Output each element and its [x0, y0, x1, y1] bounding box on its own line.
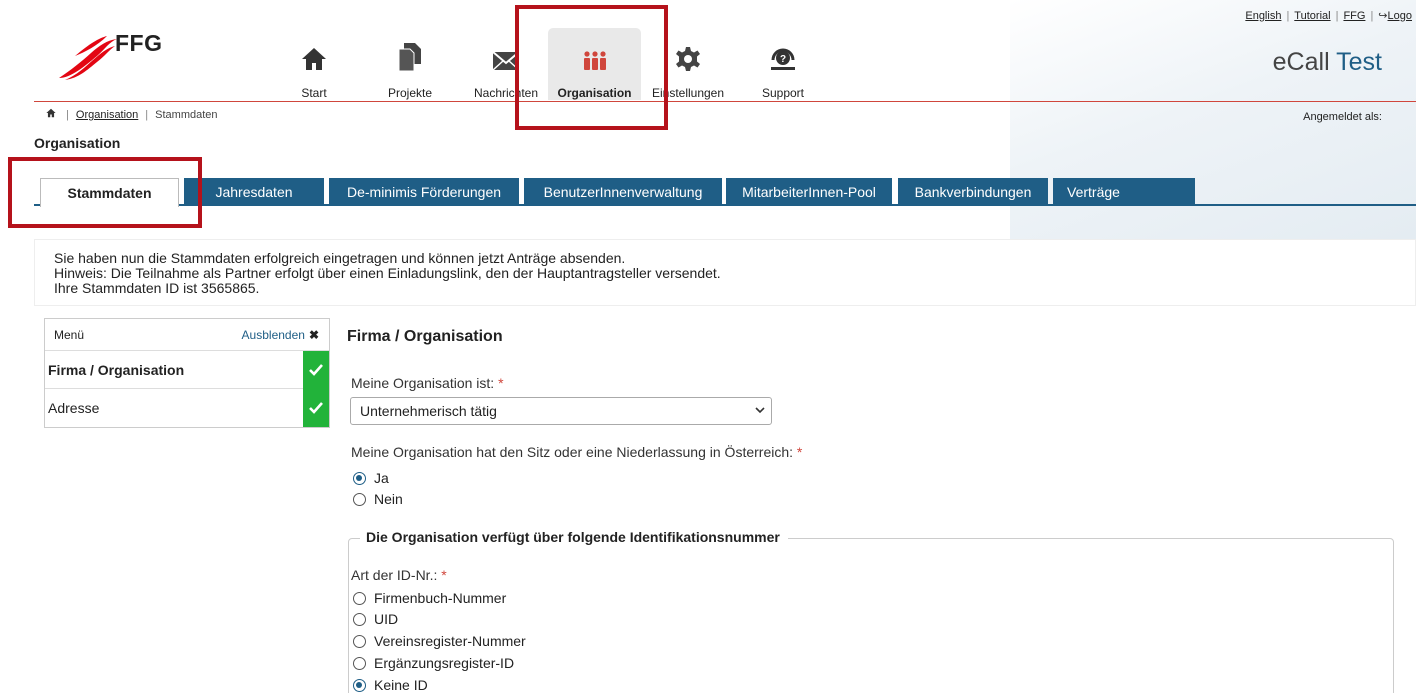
id-option-label: Keine ID — [374, 677, 428, 693]
menu-item-adresse-label: Adresse — [48, 400, 100, 416]
id-option-keine-id[interactable]: Keine ID — [353, 677, 428, 693]
id-option-label: Firmenbuch-Nummer — [374, 590, 507, 606]
id-option-label: Vereinsregister-Nummer — [374, 633, 526, 649]
logout-label: Logo — [1387, 10, 1412, 22]
seat-option-nein[interactable]: Nein — [353, 491, 403, 507]
check-icon — [303, 350, 329, 389]
ffg-link[interactable]: FFG — [1343, 10, 1365, 22]
tab-bankverbindungen[interactable]: Bankverbindungen — [898, 178, 1048, 205]
info-line-1: Sie haben nun die Stammdaten erfolgreich… — [54, 250, 626, 266]
tab-jahresdaten[interactable]: Jahresdaten — [184, 178, 324, 205]
nav-support-label: Support — [761, 86, 805, 100]
radio-icon — [353, 612, 366, 626]
tab-vertraege[interactable]: Verträge — [1053, 178, 1195, 205]
id-option-label: UID — [374, 611, 399, 627]
radio-selected-icon — [353, 471, 366, 485]
tab-mitarbeiterinnen-pool[interactable]: MitarbeiterInnen-Pool — [726, 178, 892, 205]
required-mark: * — [441, 567, 447, 583]
environment-label: Test — [1336, 48, 1382, 76]
radio-icon — [353, 492, 366, 506]
nav-support[interactable]: ? Support — [752, 28, 814, 100]
nav-start-label: Start — [301, 86, 327, 100]
radio-icon — [353, 656, 366, 670]
page-title: Organisation — [34, 135, 121, 151]
org-type-label: Meine Organisation ist: * — [351, 375, 504, 391]
gear-icon — [675, 34, 701, 72]
highlight-box-organisation — [515, 5, 668, 130]
menu-item-adresse[interactable]: Adresse — [45, 389, 329, 427]
id-type-label-text: Art der ID-Nr.: — [351, 567, 438, 583]
org-type-select[interactable]: Unternehmerisch tätig — [350, 397, 772, 425]
ecall-label: eCall — [1272, 48, 1330, 76]
tab-de-minimis[interactable]: De-minimis Förderungen — [329, 178, 519, 205]
top-links: English | Tutorial | FFG | ↪Logo — [1245, 10, 1412, 22]
close-icon: ✖ — [308, 327, 319, 342]
id-option-ergaenzungsregister[interactable]: Ergänzungsregister-ID — [353, 655, 514, 671]
header-divider — [34, 101, 1416, 102]
breadcrumb: | Organisation | Stammdaten — [46, 108, 218, 121]
logged-in-label: Angemeldet als: — [1303, 111, 1382, 123]
english-link[interactable]: English — [1245, 10, 1281, 22]
id-option-firmenbuch[interactable]: Firmenbuch-Nummer — [353, 590, 506, 606]
required-mark: * — [796, 444, 803, 460]
hide-menu-button[interactable]: Ausblenden ✖ — [242, 328, 319, 342]
logout-link[interactable]: ↪Logo — [1378, 10, 1412, 22]
org-type-label-text: Meine Organisation ist: — [351, 375, 495, 391]
org-type-value: Unternehmerisch tätig — [360, 403, 497, 419]
home-icon — [301, 34, 327, 72]
menu-item-firma[interactable]: Firma / Organisation — [45, 350, 329, 389]
highlight-box-stammdaten — [8, 157, 202, 228]
nav-projekte[interactable]: Projekte — [380, 28, 440, 100]
seat-option-nein-label: Nein — [374, 491, 403, 507]
side-menu-header: Menü Ausblenden ✖ — [45, 319, 329, 351]
id-type-label: Art der ID-Nr.: * — [351, 567, 447, 583]
breadcrumb-organisation[interactable]: Organisation — [76, 109, 138, 121]
nav-projekte-label: Projekte — [387, 86, 433, 100]
breadcrumb-stammdaten: Stammdaten — [155, 109, 218, 121]
required-mark: * — [498, 375, 504, 391]
id-option-vereinsregister[interactable]: Vereinsregister-Nummer — [353, 633, 526, 649]
radio-icon — [353, 591, 366, 605]
seat-option-ja-label: Ja — [374, 470, 389, 486]
tab-bar: Stammdaten Jahresdaten De-minimis Förder… — [34, 178, 1416, 207]
hide-menu-label: Ausblenden — [241, 327, 305, 342]
form-title: Firma / Organisation — [347, 328, 503, 345]
radio-icon — [353, 634, 366, 648]
info-message: Sie haben nun die Stammdaten erfolgreich… — [34, 239, 1416, 306]
side-menu: Menü Ausblenden ✖ Firma / Organisation Ad… — [44, 318, 330, 428]
menu-item-firma-label: Firma / Organisation — [48, 361, 185, 378]
logo-text: FFG — [115, 30, 163, 56]
info-line-3: Ihre Stammdaten ID ist 3565865. — [54, 280, 260, 296]
tutorial-link[interactable]: Tutorial — [1294, 10, 1330, 22]
tab-benutzerinnenverwaltung[interactable]: BenutzerInnenverwaltung — [524, 178, 722, 205]
svg-text:?: ? — [780, 54, 786, 65]
chevron-down-icon — [755, 407, 765, 414]
seat-label-text: Meine Organisation hat den Sitz oder ein… — [351, 444, 794, 460]
radio-selected-icon — [353, 678, 366, 692]
nav-start[interactable]: Start — [288, 28, 340, 100]
home-icon[interactable] — [46, 108, 59, 121]
info-line-2: Hinweis: Die Teilnahme als Partner erfol… — [54, 265, 721, 281]
logout-icon: ↪ — [1378, 10, 1388, 22]
side-menu-title: Menü — [54, 327, 85, 342]
support-icon: ? — [769, 34, 797, 72]
id-option-uid[interactable]: UID — [353, 611, 398, 627]
seat-option-ja[interactable]: Ja — [353, 470, 389, 486]
id-section-title: Die Organisation verfügt über folgende I… — [360, 529, 788, 545]
seat-label: Meine Organisation hat den Sitz oder ein… — [351, 444, 802, 460]
documents-icon — [397, 34, 423, 72]
id-option-label: Ergänzungsregister-ID — [374, 655, 515, 671]
check-icon — [303, 389, 329, 427]
ecall-brand: eCall Test — [1273, 48, 1382, 77]
